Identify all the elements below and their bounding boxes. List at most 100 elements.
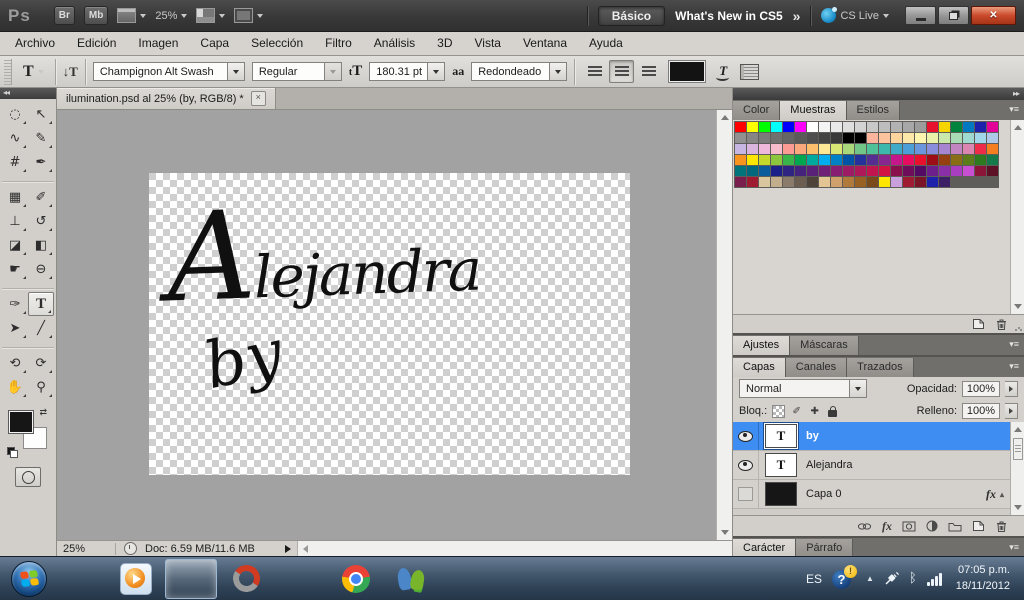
swatch-2-9[interactable] [843,144,854,154]
lock-transparency-button[interactable] [772,405,785,418]
text-color-swatch[interactable] [668,60,706,83]
swatch-3-21[interactable] [987,155,998,165]
zoom-tool[interactable]: ⚲ [28,375,54,399]
swatch-1-12[interactable] [879,133,890,143]
swatch-4-7[interactable] [819,166,830,176]
swatch-3-0[interactable] [735,155,746,165]
font-style-dropdown-button[interactable] [324,63,341,80]
scroll-up-icon[interactable] [1014,125,1022,130]
layer-fx-badge[interactable]: fx▴ [986,487,1004,502]
taskbar-photoshop[interactable] [165,559,217,599]
swatch-0-0[interactable] [735,122,746,132]
swatch-3-1[interactable] [747,155,758,165]
swatch-1-0[interactable] [735,133,746,143]
menu-ventana[interactable]: Ventana [512,32,578,55]
taskbar-chrome[interactable] [330,559,382,599]
warp-text-button[interactable]: T [713,63,733,81]
menu-filtro[interactable]: Filtro [314,32,363,55]
new-group-button[interactable] [948,521,962,532]
show-hidden-icons[interactable]: ▲ [866,574,874,583]
layers-scrollbar[interactable] [1010,422,1024,515]
transparent-canvas[interactable]: Alejandra by [149,173,630,475]
elliptical-marquee-tool[interactable]: ◌ [2,102,28,126]
swatch-3-5[interactable] [795,155,806,165]
swatch-0-11[interactable] [867,122,878,132]
swatch-3-3[interactable] [771,155,782,165]
vertical-scrollbar[interactable] [716,110,732,540]
swatch-1-9[interactable] [843,133,854,143]
swatch-2-6[interactable] [807,144,818,154]
swatch-2-5[interactable] [795,144,806,154]
opacity-field[interactable]: 100% [962,381,1000,397]
swatch-3-18[interactable] [951,155,962,165]
swatch-0-9[interactable] [843,122,854,132]
panel-menu-icon[interactable]: ▾≡ [1009,339,1019,350]
status-flyout-arrow[interactable] [285,545,291,553]
swatches-scrollbar[interactable] [1010,120,1024,314]
mini-bridge-button[interactable]: Mb [84,6,108,25]
panel-menu-icon[interactable]: ▾≡ [1009,104,1019,115]
swatch-0-16[interactable] [927,122,938,132]
swatch-5-11[interactable] [867,177,878,187]
swatch-2-15[interactable] [915,144,926,154]
swatch-2-3[interactable] [771,144,782,154]
swatch-1-7[interactable] [819,133,830,143]
swatch-5-14[interactable] [903,177,914,187]
swatch-4-9[interactable] [843,166,854,176]
arrange-documents-dropdown[interactable] [196,8,225,23]
tab-color[interactable]: Color [733,101,780,120]
workspace-switcher-basico[interactable]: Básico [598,6,665,26]
swatch-3-19[interactable] [963,155,974,165]
opacity-spinner[interactable] [1005,381,1018,397]
swatch-2-7[interactable] [819,144,830,154]
scroll-up-icon[interactable] [1014,427,1022,432]
swatch-4-2[interactable] [759,166,770,176]
font-family-combo[interactable]: Champignon Alt Swash [93,62,245,81]
gradient-tool[interactable]: ◧ [28,233,54,257]
bluetooth-icon[interactable]: ᛒ [909,571,917,586]
swatch-0-4[interactable] [783,122,794,132]
swatch-5-16[interactable] [927,177,938,187]
cs-live-menu[interactable]: CS Live [821,8,889,23]
swatch-0-17[interactable] [939,122,950,132]
anti-alias-combo[interactable]: Redondeado [471,62,567,81]
delete-layer-button[interactable] [995,520,1008,533]
panel-menu-icon[interactable]: ▾≡ [1009,361,1019,372]
menu-ayuda[interactable]: Ayuda [578,32,634,55]
swatch-0-12[interactable] [879,122,890,132]
swatch-1-1[interactable] [747,133,758,143]
anti-alias-dropdown-button[interactable] [549,63,566,80]
tools-collapse-bar[interactable]: ◂◂ [0,88,56,99]
menu-archivo[interactable]: Archivo [4,32,66,55]
link-layers-button[interactable] [857,522,872,531]
swatch-3-7[interactable] [819,155,830,165]
lock-all-button[interactable] [826,405,839,418]
horizontal-scrollbar[interactable] [297,541,732,556]
swatch-1-11[interactable] [867,133,878,143]
align-left-button[interactable] [582,60,607,83]
swatch-5-10[interactable] [855,177,866,187]
swatch-3-11[interactable] [867,155,878,165]
swatch-5-0[interactable] [735,177,746,187]
visibility-toggle[interactable] [733,422,759,450]
swatch-1-19[interactable] [963,133,974,143]
swatch-4-0[interactable] [735,166,746,176]
swatch-1-13[interactable] [891,133,902,143]
align-center-button[interactable] [609,60,634,83]
swatch-4-16[interactable] [927,166,938,176]
swatch-1-16[interactable] [927,133,938,143]
menu-selección[interactable]: Selección [240,32,314,55]
action-center-icon[interactable] [832,567,856,591]
swatch-5-3[interactable] [771,177,782,187]
move-tool[interactable]: ↖ [28,102,54,126]
swatch-0-3[interactable] [771,122,782,132]
language-indicator[interactable]: ES [806,572,822,586]
tab-muestras[interactable]: Muestras [780,101,846,120]
canvas-text-by[interactable]: by [198,316,289,404]
3d-rotate-tool[interactable]: ⟲ [2,351,28,375]
swatch-1-15[interactable] [915,133,926,143]
delete-swatch-button[interactable] [995,318,1008,331]
quick-mask-button[interactable] [15,467,41,487]
font-size-dropdown-button[interactable] [427,63,444,80]
menu-imagen[interactable]: Imagen [127,32,189,55]
